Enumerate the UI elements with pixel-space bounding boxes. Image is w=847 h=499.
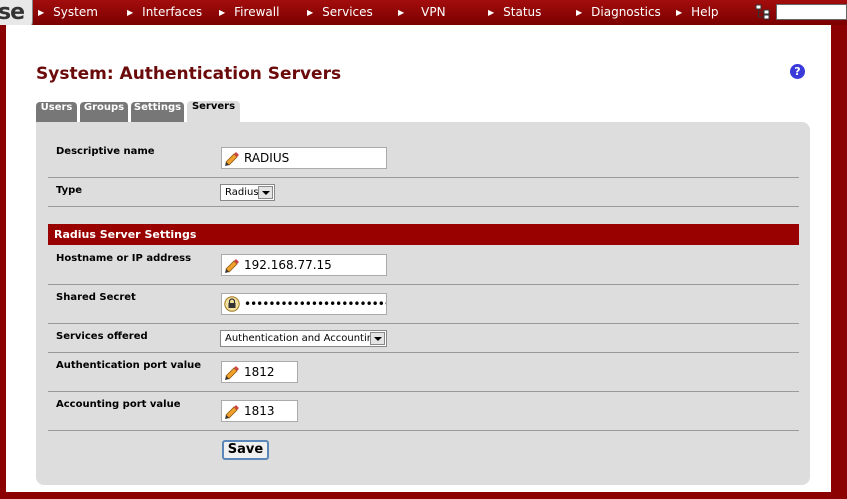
divider — [48, 430, 799, 431]
frame-border-right — [831, 25, 847, 499]
tab-servers[interactable]: Servers — [187, 101, 240, 123]
acct-port-input[interactable]: 1813 — [221, 400, 298, 422]
frame-border-bottom — [0, 492, 847, 499]
divider — [48, 391, 799, 392]
pencil-icon — [225, 259, 239, 273]
services-offered-select[interactable]: Authentication and Accounting — [220, 330, 387, 347]
triangle-right-icon: ▶ — [398, 8, 405, 17]
page-title: System: Authentication Servers — [36, 64, 342, 84]
section-header: Radius Server Settings — [48, 224, 799, 245]
hostname-input[interactable]: 192.168.77.15 — [221, 254, 387, 276]
help-icon[interactable]: ? — [790, 64, 805, 79]
nav-item-status[interactable]: ▶ Status — [488, 0, 541, 25]
chevron-down-icon[interactable] — [258, 186, 273, 199]
tab-groups[interactable]: Groups — [80, 102, 128, 122]
descriptive-name-label: Descriptive name — [56, 146, 155, 157]
lock-icon — [224, 296, 240, 312]
nav-item-services[interactable]: ▶ Services — [307, 0, 373, 25]
nav-item-interfaces[interactable]: ▶ Interfaces — [127, 0, 202, 25]
divider — [48, 177, 799, 178]
pencil-icon — [225, 366, 239, 380]
type-label: Type — [56, 185, 83, 196]
triangle-right-icon: ▶ — [307, 8, 314, 17]
triangle-right-icon: ▶ — [676, 8, 683, 17]
divider — [48, 352, 799, 353]
nav-item-firewall[interactable]: ▶ Firewall — [219, 0, 279, 25]
triangle-right-icon: ▶ — [38, 8, 45, 17]
auth-port-label: Authentication port value — [56, 360, 202, 371]
descriptive-name-input[interactable]: RADIUS — [221, 147, 387, 169]
type-select[interactable]: Radius — [220, 184, 275, 201]
save-button[interactable]: Save — [222, 440, 269, 460]
divider — [48, 206, 799, 207]
logo-text: se — [0, 0, 25, 25]
triangle-right-icon: ▶ — [127, 8, 134, 17]
divider — [48, 284, 799, 285]
nav-item-vpn[interactable]: ▶ VPN — [398, 0, 446, 25]
hostname-label: Hostname or IP address — [56, 253, 192, 264]
shared-secret-label: Shared Secret — [56, 292, 136, 303]
tab-settings[interactable]: Settings — [131, 102, 184, 122]
triangle-right-icon: ▶ — [488, 8, 495, 17]
sitemap-icon[interactable] — [755, 4, 771, 20]
nav-item-diagnostics[interactable]: ▶ Diagnostics — [576, 0, 661, 25]
chevron-down-icon[interactable] — [370, 332, 385, 345]
nav-item-system[interactable]: ▶ System — [38, 0, 98, 25]
nav-item-help[interactable]: ▶ Help — [676, 0, 719, 25]
pencil-icon — [225, 152, 239, 166]
shared-secret-input[interactable]: •••••••••••••••••••••••• — [221, 293, 387, 315]
triangle-right-icon: ▶ — [576, 8, 583, 17]
acct-port-label: Accounting port value — [56, 399, 181, 410]
services-offered-label: Services offered — [56, 331, 148, 342]
pencil-icon — [225, 405, 239, 419]
tab-users[interactable]: Users — [36, 102, 77, 122]
triangle-right-icon: ▶ — [219, 8, 226, 17]
divider — [48, 323, 799, 324]
auth-port-input[interactable]: 1812 — [221, 361, 298, 383]
search-input[interactable] — [776, 4, 847, 20]
